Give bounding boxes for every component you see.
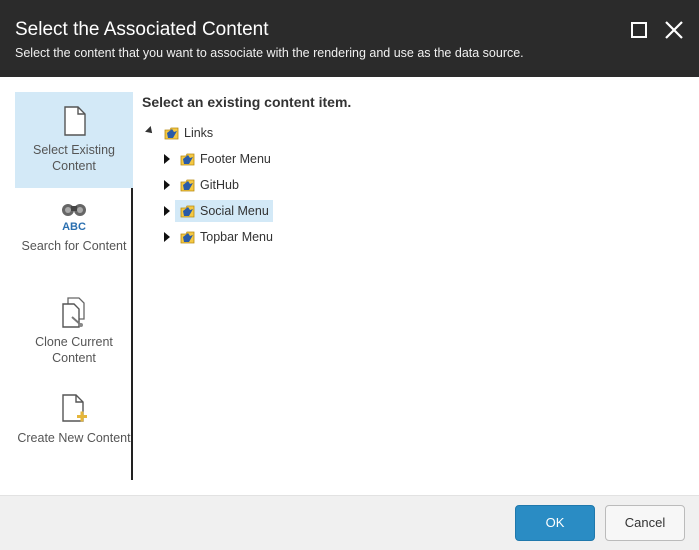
maximize-icon[interactable] [631,22,647,38]
folder-link-icon [180,153,195,166]
close-icon[interactable] [663,19,685,41]
binoculars-abc-icon: ABC [62,204,86,233]
expanded-arrow-icon[interactable] [145,126,155,136]
tree-node-topbar-menu[interactable]: Topbar Menu [162,226,302,248]
tree-node-github[interactable]: GitHub [162,174,302,196]
collapsed-arrow-icon[interactable] [164,154,170,164]
tree-node-links[interactable]: Links [145,122,266,144]
sidebar-item-clone[interactable]: Clone Current Content [15,284,133,380]
sidebar-item-search[interactable]: ABC Search for Content [15,188,133,284]
svg-text:ABC: ABC [62,221,86,233]
folder-link-icon [164,127,179,140]
tree-node-label: Links [184,126,214,140]
new-document-icon [62,394,87,422]
folder-link-icon [180,205,195,218]
sidebar-item-label: Clone Current Content [35,335,113,365]
tree-node-social-menu[interactable]: Social Menu [162,200,302,222]
dialog-title: Select the Associated Content [15,19,269,40]
tree-node-label: GitHub [200,178,239,192]
collapsed-arrow-icon[interactable] [164,232,170,242]
tree-node-label: Social Menu [200,204,269,218]
tree-node-label: Topbar Menu [200,230,273,244]
document-icon [64,106,86,136]
sidebar-item-create[interactable]: Create New Content [15,380,133,476]
folder-link-icon [180,231,195,244]
clone-document-icon [62,297,85,328]
sidebar-item-label: Create New Content [17,431,131,445]
folder-link-icon [180,179,195,192]
content-heading: Select an existing content item. [142,94,352,110]
dialog-footer: OK Cancel [0,495,699,550]
content-source-sidebar: Select Existing Content ABC Search for C… [15,92,133,480]
cancel-button[interactable]: Cancel [605,505,685,541]
sidebar-item-label: Select Existing Content [33,143,115,173]
dialog-subtitle: Select the content that you want to asso… [15,46,524,60]
collapsed-arrow-icon[interactable] [164,180,170,190]
sidebar-item-label: Search for Content [21,239,127,253]
dialog-header: Select the Associated Content Select the… [0,0,699,77]
tree-node-footer-menu[interactable]: Footer Menu [162,148,302,170]
sidebar-item-select-existing[interactable]: Select Existing Content [15,92,133,188]
tree-node-label: Footer Menu [200,152,271,166]
collapsed-arrow-icon[interactable] [164,206,170,216]
ok-button[interactable]: OK [515,505,595,541]
